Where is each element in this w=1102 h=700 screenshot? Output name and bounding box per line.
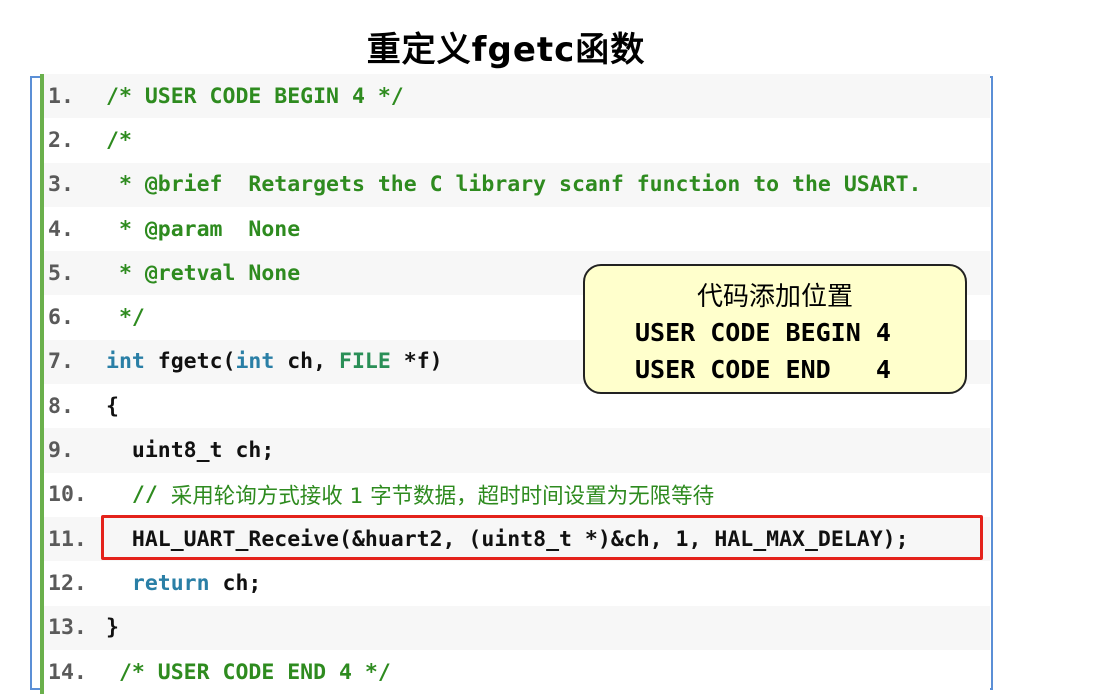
line-number: 9. — [48, 438, 74, 464]
code-line: 2. /* — [40, 118, 990, 163]
code-line: 13.} — [40, 605, 990, 650]
callout-end-marker: USER CODE END 4 — [635, 355, 891, 384]
gutter-bar — [40, 118, 44, 163]
code-token: int — [235, 349, 275, 375]
code-line: 10. // 采用轮询方式接收 1 字节数据，超时时间设置为无限等待 — [40, 472, 990, 517]
line-number: 12. — [48, 570, 87, 596]
gutter-bar — [40, 472, 44, 517]
callout-box: 代码添加位置 USER CODE BEGIN 4 USER CODE END 4 — [583, 264, 967, 394]
gutter-bar — [40, 162, 44, 207]
line-number: 13. — [48, 615, 87, 641]
line-number: 1. — [48, 83, 74, 109]
code-token: ch; — [209, 570, 262, 596]
highlight-box — [101, 515, 983, 560]
code-line: 12. return ch; — [40, 561, 990, 606]
gutter-bar — [40, 339, 44, 385]
line-number: 3. — [48, 172, 74, 198]
slide-title: 重定义fgetc函数 — [366, 30, 646, 70]
code-token: return — [106, 570, 210, 596]
gutter-bar — [40, 428, 44, 473]
code-token: fgetc( — [144, 349, 236, 375]
gutter-bar — [40, 516, 44, 562]
code-token: /* USER CODE BEGIN 4 */ — [106, 83, 404, 109]
code-token: */ — [106, 305, 145, 331]
callout-begin-marker: USER CODE BEGIN 4 — [635, 318, 891, 347]
line-number: 14. — [48, 659, 87, 685]
code-token: * @retval None — [106, 260, 301, 286]
code-line: 14. /* USER CODE END 4 */ — [40, 649, 990, 695]
code-token: 采用轮询方式接收 1 字节数据，超时时间设置为无限等待 — [170, 484, 715, 510]
line-number: 6. — [48, 305, 74, 331]
gutter-bar — [40, 251, 44, 296]
code-token: /* USER CODE END 4 */ — [106, 659, 391, 685]
code-token: } — [106, 615, 119, 641]
line-number: 11. — [48, 526, 87, 552]
callout-title: 代码添加位置 — [696, 282, 853, 312]
code-line: 3. * @brief Retargets the C library scan… — [40, 162, 990, 207]
code-token: ch, — [274, 349, 340, 375]
gutter-bar — [40, 74, 44, 119]
line-number: 5. — [48, 260, 74, 286]
code-token: /* — [106, 127, 132, 153]
code-token: uint8_t ch; — [106, 438, 275, 464]
code-token: *f) — [390, 349, 443, 375]
gutter-bar — [40, 605, 44, 650]
gutter-bar — [40, 295, 44, 340]
code-token: int — [106, 349, 145, 375]
line-number: 2. — [48, 127, 74, 153]
gutter-bar — [40, 649, 44, 695]
code-token: * @param None — [106, 216, 301, 242]
gutter-bar — [40, 384, 44, 429]
gutter-bar — [40, 206, 44, 252]
code-token: * @brief Retargets the C library scanf f… — [106, 172, 922, 198]
code-token: FILE — [339, 349, 391, 375]
code-line: 1. /* USER CODE BEGIN 4 */ — [40, 74, 990, 119]
code-token: { — [106, 393, 119, 419]
line-number: 10. — [48, 482, 87, 508]
line-number: 8. — [48, 393, 74, 419]
code-token: // — [106, 482, 171, 508]
gutter-bar — [40, 561, 44, 606]
code-line: 9. uint8_t ch; — [40, 428, 990, 473]
line-number: 4. — [48, 216, 74, 242]
code-line: 4. * @param None — [40, 206, 990, 252]
line-number: 7. — [48, 349, 74, 375]
